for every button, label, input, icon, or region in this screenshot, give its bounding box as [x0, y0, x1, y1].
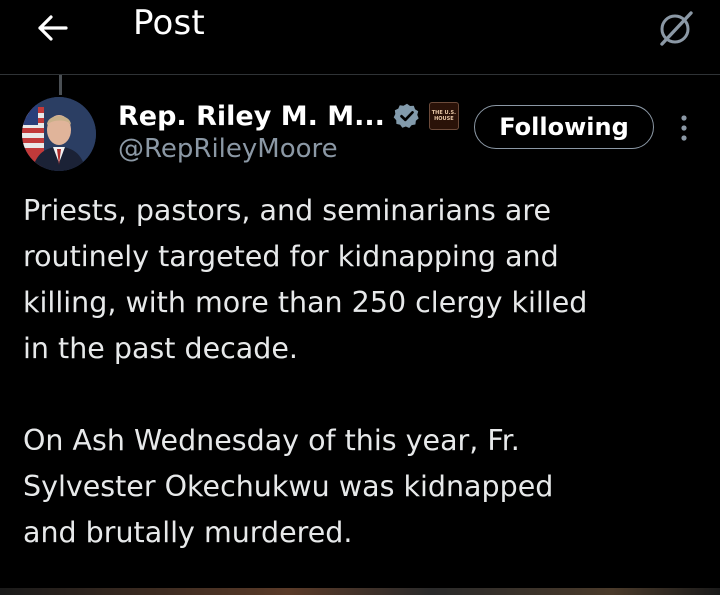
- author-handle[interactable]: @RepRileyMoore: [118, 134, 338, 164]
- arrow-left-icon: [38, 15, 68, 41]
- affiliation-badge[interactable]: THE U.S. HOUSE: [428, 102, 459, 130]
- grok-button[interactable]: [654, 8, 698, 48]
- page-title: Post: [133, 3, 205, 43]
- top-bar: Post: [0, 0, 720, 75]
- media-preview-edge[interactable]: [0, 588, 720, 595]
- more-vertical-icon: [681, 115, 687, 141]
- grok-icon: [660, 11, 693, 46]
- post-paragraph-1: Priests, pastors, and seminarians are ro…: [23, 194, 588, 365]
- post-screen: Post Rep. Riley M. M... THE U.S. HOUSE @…: [0, 0, 720, 595]
- more-options-button[interactable]: [670, 108, 698, 148]
- affiliation-badge-line2: HOUSE: [434, 116, 454, 122]
- thread-connector: [59, 75, 62, 95]
- following-button[interactable]: Following: [474, 105, 654, 149]
- post-paragraph-2: On Ash Wednesday of this year, Fr. Sylve…: [23, 424, 554, 549]
- back-button[interactable]: [28, 6, 76, 50]
- author-name-row: Rep. Riley M. M... THE U.S. HOUSE: [118, 96, 459, 136]
- avatar[interactable]: [22, 97, 96, 171]
- author-name[interactable]: Rep. Riley M. M...: [118, 101, 385, 132]
- avatar-image: [22, 97, 96, 171]
- post-body: Priests, pastors, and seminarians are ro…: [23, 188, 703, 556]
- verified-badge-icon: [393, 103, 419, 129]
